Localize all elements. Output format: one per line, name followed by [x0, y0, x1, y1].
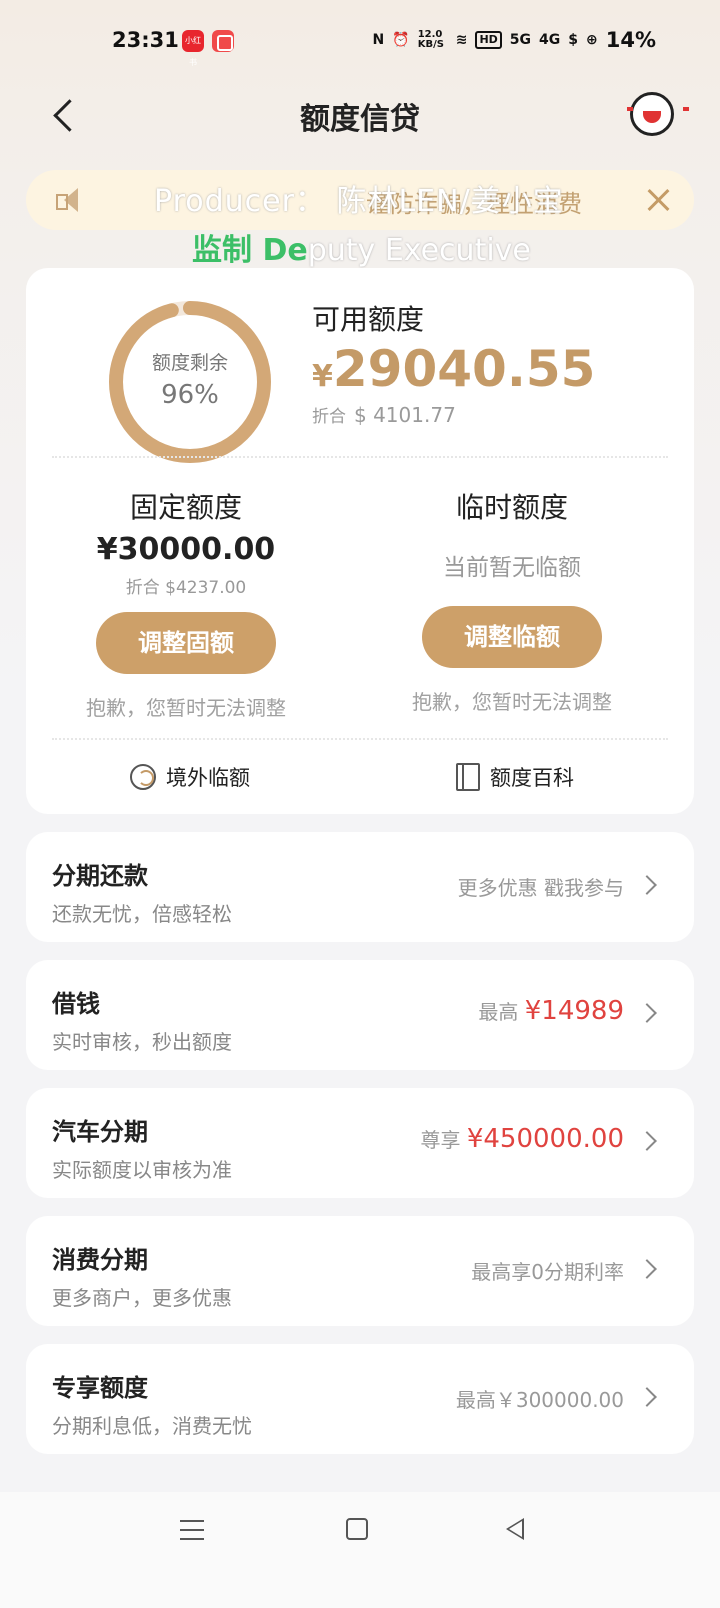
available-amount: ¥29040.55: [312, 340, 595, 398]
hd-icon: HD: [475, 31, 502, 49]
remaining-ring: 额度剩余 96%: [106, 298, 274, 466]
signal-4g-icon: 4G: [539, 32, 561, 48]
speaker-icon: [56, 186, 86, 214]
service-subtitle: 更多商户，更多优惠: [52, 1286, 232, 1310]
signal-5g-icon: 5G: [509, 32, 532, 48]
xiaohongshu-icon: 小红书: [182, 30, 204, 67]
battery-saver-icon: ⊕: [586, 32, 598, 48]
temp-credit-title: 临时额度: [455, 491, 568, 524]
service-promo-prefix: 尊享: [420, 1128, 461, 1152]
alarm-icon: ⏰: [392, 32, 410, 48]
temp-adjust-note: 抱歉，您暂时无法调整: [412, 690, 612, 714]
chevron-right-icon: [637, 1387, 657, 1407]
chevron-right-icon: [637, 1259, 657, 1279]
service-title: 专享额度: [52, 1374, 148, 1402]
fixed-adjust-note: 抱歉，您暂时无法调整: [86, 696, 286, 720]
nfc-icon: N: [372, 32, 385, 48]
wifi-icon: ≋: [455, 32, 468, 48]
service-title: 借钱: [52, 990, 100, 1018]
service-title: 消费分期: [52, 1246, 148, 1274]
service-row-auto-installment[interactable]: 汽车分期 实际额度以审核为准 尊享 ¥450000.00: [26, 1088, 694, 1198]
temp-credit-section: 临时额度 当前暂无临额 调整临额 抱歉，您暂时无法调整: [352, 486, 672, 715]
usd-value: $ 4101.77: [354, 403, 456, 427]
menu-icon[interactable]: [180, 1520, 204, 1540]
service-promo: 最高￥300000.00: [456, 1384, 624, 1413]
available-value: 29040.55: [332, 340, 596, 398]
overseas-temp-credit-link[interactable]: 境外临额: [130, 762, 250, 792]
page-title: 额度信贷: [300, 102, 420, 137]
chevron-right-icon: [637, 1003, 657, 1023]
temp-credit-empty: 当前暂无临额: [443, 555, 581, 581]
close-icon[interactable]: [642, 184, 674, 216]
home-icon[interactable]: [346, 1518, 368, 1540]
net-speed: 12.0 KB/S: [417, 29, 444, 50]
service-promo-value: ¥14989: [524, 996, 624, 1026]
nav-back-icon[interactable]: [506, 1518, 524, 1540]
battery-level: 14%: [605, 28, 656, 52]
service-promo: 尊享 ¥450000.00: [420, 1124, 624, 1154]
service-subtitle: 实际额度以审核为准: [52, 1158, 232, 1182]
credit-summary-card: 额度剩余 96% 可用额度 ¥29040.55 折合 $ 4101.77 固定额度…: [26, 268, 694, 814]
watermark-rest-text: puty Executive: [307, 233, 531, 268]
watermark-green-text: 监制 De: [192, 233, 308, 268]
globe-icon: [130, 764, 156, 790]
adjust-temp-button[interactable]: 调整临额: [422, 606, 602, 668]
service-promo-prefix: 最高: [478, 1000, 519, 1024]
fixed-credit-section: 固定额度 ¥30000.00 折合 $4237.00 调整固额 抱歉，您暂时无法…: [26, 486, 346, 721]
shield-dollar-icon: $: [568, 32, 578, 48]
watermark-line1: Producer： 陈林LEN/姜小宝: [154, 184, 564, 219]
service-promo-value: ¥450000.00: [466, 1124, 624, 1154]
mascot-icon[interactable]: [627, 92, 689, 136]
divider: [52, 738, 668, 740]
fixed-credit-usd: 折合 $4237.00: [125, 578, 247, 598]
service-promo: 最高 ¥14989: [478, 996, 624, 1026]
ring-percent: 96%: [161, 380, 219, 410]
ring-label: 额度剩余: [151, 352, 228, 374]
service-subtitle: 还款无忧，倍感轻松: [52, 902, 232, 926]
status-bar: 23:31 小红书 N ⏰ 12.0 KB/S ≋ HD 5G 4G $ ⊕ 1…: [0, 0, 720, 84]
service-subtitle: 分期利息低，消费无忧: [52, 1414, 252, 1438]
overseas-temp-credit-label: 境外临额: [166, 766, 250, 790]
service-promo-text: 最高享0分期利率: [471, 1260, 624, 1284]
service-title: 汽车分期: [52, 1118, 148, 1146]
service-promo: 最高享0分期利率: [471, 1256, 624, 1285]
divider: [52, 456, 668, 458]
available-usd: 折合 $ 4101.77: [312, 402, 456, 427]
watermark-line2: 监制 Deputy Executive: [192, 225, 531, 269]
adjust-fixed-button[interactable]: 调整固额: [96, 612, 276, 674]
credit-wiki-link[interactable]: 额度百科: [456, 762, 574, 792]
usd-prefix: 折合: [312, 407, 346, 427]
chevron-right-icon: [637, 1131, 657, 1151]
chevron-right-icon: [637, 875, 657, 895]
status-time: 23:31: [112, 28, 179, 52]
service-promo-text: 更多优惠 戳我参与: [457, 876, 624, 900]
service-subtitle: 实时审核，秒出额度: [52, 1030, 232, 1054]
fixed-credit-amount: ¥30000.00: [96, 532, 276, 567]
service-row-exclusive-credit[interactable]: 专享额度 分期利息低，消费无忧 最高￥300000.00: [26, 1344, 694, 1454]
app-header: 额度信贷: [0, 84, 720, 164]
service-promo: 更多优惠 戳我参与: [458, 872, 624, 901]
currency-symbol: ¥: [312, 359, 333, 394]
app-notification-icon: [212, 30, 234, 52]
service-row-consumer-installment[interactable]: 消费分期 更多商户，更多优惠 最高享0分期利率: [26, 1216, 694, 1326]
system-nav-bar: [0, 1492, 720, 1608]
status-icons: N ⏰ 12.0 KB/S ≋ HD 5G 4G $ ⊕ 14%: [373, 28, 656, 52]
service-row-installment-repay[interactable]: 分期还款 还款无忧，倍感轻松 更多优惠 戳我参与: [26, 832, 694, 942]
service-title: 分期还款: [52, 862, 148, 890]
fixed-credit-title: 固定额度: [129, 491, 242, 524]
service-promo-text: 最高￥300000.00: [455, 1388, 624, 1412]
credit-wiki-label: 额度百科: [490, 766, 574, 790]
book-icon: [456, 763, 480, 791]
available-label: 可用额度: [312, 303, 425, 336]
service-row-borrow[interactable]: 借钱 实时审核，秒出额度 最高 ¥14989: [26, 960, 694, 1070]
